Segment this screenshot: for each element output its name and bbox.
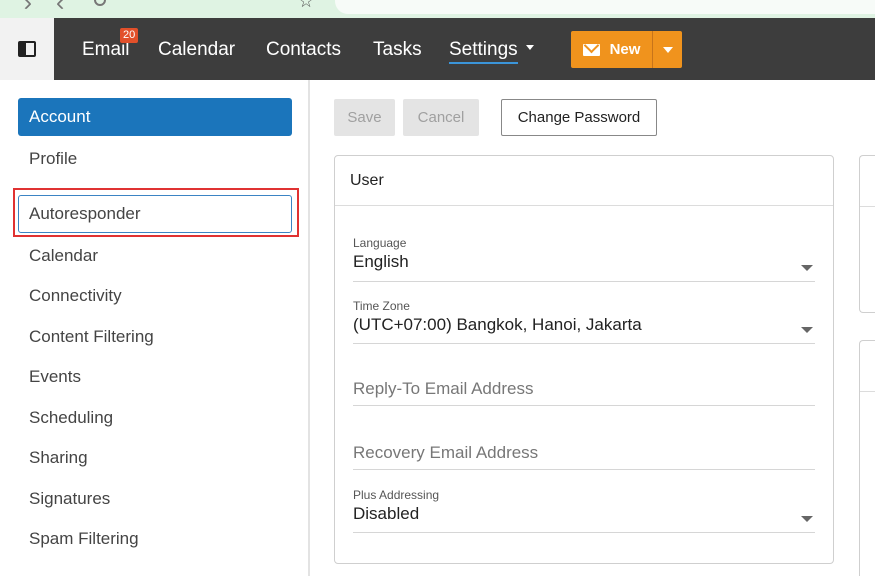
sidebar-item-calendar[interactable]: Calendar — [18, 237, 292, 275]
sidebar-item-autoresponder[interactable]: Autoresponder — [18, 195, 292, 233]
new-dropdown-button[interactable] — [652, 31, 682, 68]
user-panel-title: User — [335, 156, 833, 206]
new-button[interactable]: New — [571, 31, 652, 68]
sidebar-item-account[interactable]: Account — [18, 98, 292, 136]
nav-calendar[interactable]: Calendar — [158, 18, 235, 80]
bookmark-star-icon[interactable]: ☆ — [298, 0, 314, 10]
sidebar-item-scheduling[interactable]: Scheduling — [18, 399, 292, 437]
plus-addressing-label: Plus Addressing — [353, 488, 440, 502]
secondary-panel-bottom — [859, 340, 875, 576]
dropdown-arrow-icon — [801, 327, 813, 333]
chevron-down-icon — [662, 46, 673, 53]
new-button-label: New — [609, 41, 641, 58]
sidebar-item-signatures[interactable]: Signatures — [18, 480, 292, 518]
save-button[interactable]: Save — [334, 99, 395, 136]
plus-addressing-value: Disabled — [353, 504, 420, 523]
sidebar-divider — [18, 188, 292, 189]
language-value: English — [353, 252, 409, 271]
language-select[interactable]: Language English — [353, 236, 815, 282]
cancel-button[interactable]: Cancel — [403, 99, 479, 136]
user-panel: User Language English Time Zone (UTC+07:… — [334, 155, 834, 564]
language-label: Language — [353, 236, 407, 250]
reload-icon[interactable] — [94, 0, 106, 6]
email-unread-badge: 20 — [120, 28, 139, 43]
sidebar-toggle-button[interactable] — [0, 18, 54, 80]
sidebar-item-spam-filtering[interactable]: Spam Filtering — [18, 520, 292, 558]
main-content: Save Cancel Change Password User Languag… — [312, 80, 875, 576]
sidebar-item-connectivity[interactable]: Connectivity — [18, 277, 292, 315]
forward-icon[interactable] — [56, 0, 68, 10]
change-password-button[interactable]: Change Password — [501, 99, 657, 136]
back-icon[interactable] — [20, 0, 32, 10]
sidebar-item-profile[interactable]: Profile — [18, 140, 292, 178]
recovery-placeholder: Recovery Email Address — [353, 443, 539, 462]
address-bar[interactable] — [335, 0, 875, 14]
chevron-down-icon — [525, 45, 534, 51]
nav-contacts[interactable]: Contacts — [266, 18, 341, 80]
sidebar-toggle-icon — [18, 41, 36, 57]
dropdown-arrow-icon — [801, 516, 813, 522]
timezone-value: (UTC+07:00) Bangkok, Hanoi, Jakarta — [353, 315, 642, 334]
secondary-panel-top — [859, 155, 875, 313]
browser-toolbar: ☆ — [0, 0, 875, 18]
plus-addressing-select[interactable]: Plus Addressing Disabled — [353, 488, 815, 533]
top-navigation: Email 20 Calendar Contacts Tasks Setting… — [0, 18, 875, 80]
settings-sidebar: Account Profile Autoresponder Calendar C… — [0, 80, 310, 576]
nav-settings[interactable]: Settings — [449, 18, 534, 80]
new-button-group: New — [571, 31, 682, 68]
mail-icon — [582, 43, 600, 56]
reply-to-email-input[interactable]: Reply-To Email Address — [353, 376, 815, 406]
sidebar-item-sharing[interactable]: Sharing — [18, 439, 292, 477]
recovery-email-input[interactable]: Recovery Email Address — [353, 440, 815, 470]
timezone-label: Time Zone — [353, 299, 410, 313]
reply-to-placeholder: Reply-To Email Address — [353, 379, 534, 398]
timezone-select[interactable]: Time Zone (UTC+07:00) Bangkok, Hanoi, Ja… — [353, 299, 815, 344]
nav-tasks[interactable]: Tasks — [373, 18, 422, 80]
dropdown-arrow-icon — [801, 265, 813, 271]
sidebar-item-content-filtering[interactable]: Content Filtering — [18, 318, 292, 356]
sidebar-item-events[interactable]: Events — [18, 358, 292, 396]
nav-settings-label: Settings — [449, 39, 518, 64]
